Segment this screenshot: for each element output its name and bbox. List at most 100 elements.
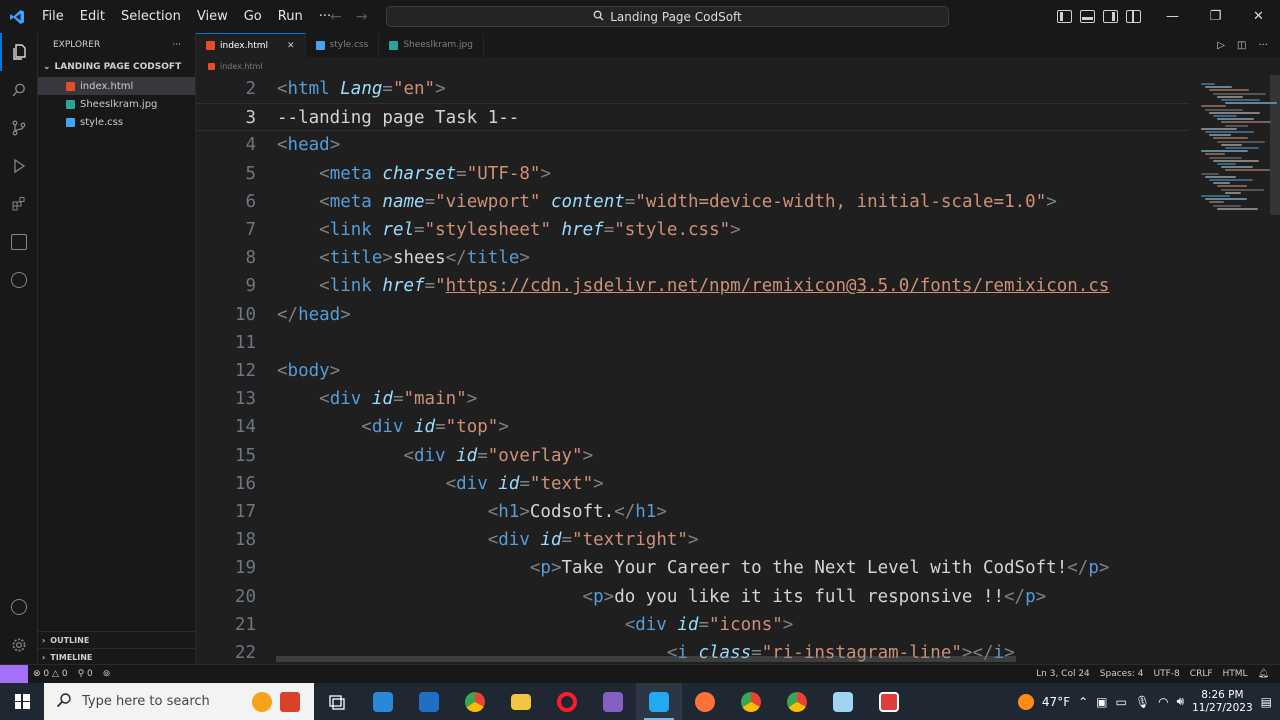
volume-icon[interactable]: 🔊︎ [1177, 694, 1185, 709]
ports-status[interactable]: ⚲ 0 [73, 669, 98, 679]
windows-start-button[interactable] [0, 683, 44, 720]
code-line[interactable]: 4 <head> [196, 131, 1189, 159]
battery-icon[interactable]: ▭ [1116, 695, 1127, 709]
code-line[interactable]: 2 <html Lang="en"> [196, 75, 1189, 103]
code-editor[interactable]: 2 <html Lang="en"> 3 --landing page Task 1-… [196, 75, 1280, 664]
command-center-search[interactable]: Landing Page CodSoft [386, 6, 949, 27]
explorer-icon[interactable] [0, 33, 38, 71]
file-explorer-icon[interactable] [498, 683, 544, 720]
code-line[interactable]: 3 --landing page Task 1-- [196, 103, 1189, 132]
mail-icon[interactable] [406, 683, 452, 720]
file-item-sheeslkram-jpg[interactable]: Sheeslkram.jpg [38, 95, 195, 113]
code-line[interactable]: 12 <body> [196, 357, 1189, 385]
code-line[interactable]: 18 <div id="textright"> [196, 526, 1189, 554]
chrome-icon[interactable] [452, 683, 498, 720]
code-line[interactable]: 19 <p>Take Your Career to the Next Level… [196, 554, 1189, 582]
microphone-icon[interactable]: 🎙︎ [1135, 695, 1150, 709]
minimap[interactable] [1193, 75, 1277, 215]
code-line[interactable]: 9 <link href="https://cdn.jsdelivr.net/n… [196, 272, 1189, 300]
menu-go[interactable]: Go [236, 0, 270, 33]
search-view-icon[interactable] [0, 71, 38, 109]
toggle-panel-icon[interactable] [1080, 10, 1095, 23]
customize-layout-icon[interactable] [1126, 10, 1141, 23]
notifications-bell-icon[interactable]: 🔔︎ [1253, 669, 1274, 679]
code-line[interactable]: 17 <h1>Codsoft.</h1> [196, 498, 1189, 526]
extensions-icon[interactable] [0, 185, 38, 223]
url-link[interactable]: https://cdn.jsdelivr.net/npm/remixicon@3… [446, 276, 1110, 296]
horizontal-scrollbar[interactable] [276, 656, 1016, 662]
notification-center-icon[interactable]: ▤ [1261, 695, 1272, 709]
weather-icon[interactable] [1017, 693, 1034, 710]
tab-index-html[interactable]: index.html ✕ [196, 33, 306, 57]
code-line[interactable]: 6 <meta name="viewport" content="width=d… [196, 188, 1189, 216]
account-icon[interactable] [0, 588, 38, 626]
code-line[interactable]: 7 <link rel="stylesheet" href="style.css… [196, 216, 1189, 244]
weather-temperature[interactable]: 47°F [1042, 695, 1070, 709]
remote-explorer-icon[interactable] [0, 223, 38, 261]
menu-file[interactable]: File [34, 0, 72, 33]
cursor-position[interactable]: Ln 3, Col 24 [1031, 669, 1095, 679]
explorer-more-actions[interactable]: ··· [172, 40, 181, 50]
file-item-style-css[interactable]: style.css [38, 113, 195, 131]
code-line[interactable]: 20 <p>do you like it its full responsive… [196, 583, 1189, 611]
toggle-secondary-sidebar-icon[interactable] [1103, 10, 1118, 23]
notepad-icon[interactable] [820, 683, 866, 720]
live-share-icon[interactable]: ⊚ [98, 669, 116, 679]
forward-arrow-icon[interactable]: → [356, 9, 368, 25]
opera-icon[interactable] [544, 683, 590, 720]
more-actions-icon[interactable]: ··· [1258, 40, 1268, 51]
search-highlight-gift-icon[interactable] [280, 692, 300, 712]
menu-view[interactable]: View [189, 0, 236, 33]
close-tab-icon[interactable]: ✕ [287, 41, 295, 51]
tab-style-css[interactable]: style.css [306, 33, 380, 57]
run-play-icon[interactable]: ▷ [1217, 40, 1225, 51]
vscode-taskbar-icon[interactable] [636, 683, 682, 720]
close-window-button[interactable]: ✕ [1237, 0, 1280, 33]
code-line[interactable]: 14 <div id="top"> [196, 413, 1189, 441]
code-line[interactable]: 13 <div id="main"> [196, 385, 1189, 413]
remote-desktop-icon[interactable] [866, 683, 912, 720]
system-clock[interactable]: 8:26 PM 11/27/2023 [1192, 689, 1253, 715]
source-control-icon[interactable] [0, 109, 38, 147]
menu-edit[interactable]: Edit [72, 0, 113, 33]
back-arrow-icon[interactable]: ← [330, 9, 342, 25]
breadcrumb-file[interactable]: index.html [220, 62, 263, 71]
menu-selection[interactable]: Selection [113, 0, 189, 33]
workspace-folder[interactable]: ⌄ LANDING PAGE CODSOFT [38, 57, 195, 77]
show-hidden-icons-chevron-icon[interactable]: ⌃ [1078, 695, 1088, 709]
tab-sheeslkram-jpg[interactable]: Sheeslkram.jpg [379, 33, 484, 57]
code-line[interactable]: 10 </head> [196, 301, 1189, 329]
microsoft-store-icon[interactable] [360, 683, 406, 720]
task-view-icon[interactable] [314, 683, 360, 720]
language-mode[interactable]: HTML [1218, 669, 1253, 679]
indentation-status[interactable]: Spaces: 4 [1095, 669, 1149, 679]
run-debug-icon[interactable] [0, 147, 38, 185]
code-line[interactable]: 16 <div id="text"> [196, 470, 1189, 498]
chrome-profile-2-icon[interactable] [774, 683, 820, 720]
timeline-section[interactable]: › TIMELINE [38, 648, 196, 665]
code-line[interactable]: 5 <meta charset="UTF-8"> [196, 160, 1189, 188]
accounts-globe-icon[interactable] [0, 261, 38, 299]
toggle-primary-sidebar-icon[interactable] [1057, 10, 1072, 23]
visual-studio-icon[interactable] [590, 683, 636, 720]
code-line[interactable]: 21 <div id="icons"> [196, 611, 1189, 639]
code-line[interactable]: 11 [196, 329, 1189, 357]
manage-gear-icon[interactable] [0, 626, 38, 664]
code-line[interactable]: 8 <title>shees</title> [196, 244, 1189, 272]
firefox-icon[interactable] [682, 683, 728, 720]
tray-app-icon[interactable]: ▣ [1096, 695, 1107, 709]
search-highlight-clock-icon[interactable] [252, 692, 272, 712]
encoding-status[interactable]: UTF-8 [1149, 669, 1185, 679]
code-line[interactable]: 15 <div id="overlay"> [196, 442, 1189, 470]
vertical-scrollbar[interactable] [1270, 75, 1280, 215]
minimize-button[interactable]: — [1151, 0, 1194, 33]
restore-button[interactable]: ❐ [1194, 0, 1237, 33]
eol-status[interactable]: CRLF [1185, 669, 1218, 679]
file-item-index-html[interactable]: index.html [38, 77, 195, 95]
wifi-icon[interactable]: ◠ [1158, 695, 1168, 709]
chrome-profile-icon[interactable] [728, 683, 774, 720]
remote-indicator[interactable] [0, 665, 28, 683]
problems-status[interactable]: ⊗ 0 △ 0 [28, 669, 73, 679]
split-editor-icon[interactable]: ◫ [1237, 40, 1246, 51]
outline-section[interactable]: › OUTLINE [38, 631, 196, 648]
